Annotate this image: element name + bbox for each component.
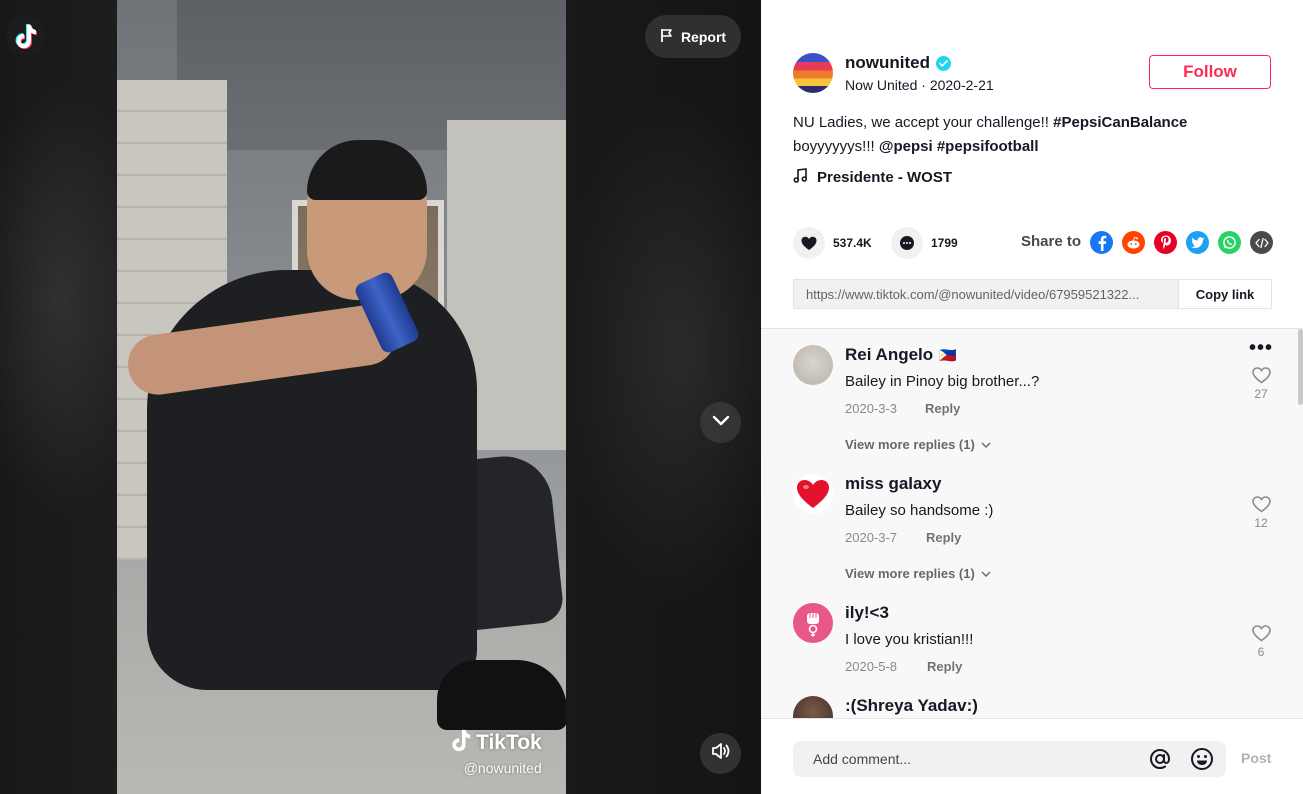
tiktok-logo-icon[interactable] <box>6 16 46 56</box>
scrollbar[interactable] <box>1297 329 1303 718</box>
emoji-icon[interactable] <box>1190 747 1214 771</box>
avatar[interactable] <box>793 696 833 718</box>
comment-author[interactable]: miss galaxy <box>845 474 941 494</box>
view-more-replies[interactable]: View more replies (1) <box>845 566 991 581</box>
view-more-replies[interactable]: View more replies (1) <box>845 437 991 452</box>
comment-author-name[interactable]: :(Shreya Yadav:) <box>845 696 978 716</box>
video-player-area[interactable]: Report TikTok @nowunited <box>0 0 761 794</box>
watermark-handle: @nowunited <box>463 760 542 776</box>
hashtag-link[interactable]: #PepsiCanBalance <box>1053 114 1187 131</box>
at-mention-icon[interactable] <box>1148 747 1172 771</box>
comment-author-name[interactable]: miss galaxy <box>845 474 941 494</box>
comment-stat[interactable]: 1799 <box>891 227 958 259</box>
twitter-icon[interactable] <box>1186 231 1209 254</box>
video-frame[interactable] <box>117 0 566 794</box>
comment-like[interactable]: 6 <box>1249 625 1273 659</box>
comment-date: 2020-3-7 <box>845 530 898 545</box>
reply-button[interactable]: Reply <box>926 530 961 545</box>
tiktok-watermark: TikTok @nowunited <box>450 728 542 776</box>
scene-shoe <box>437 660 566 730</box>
music-title[interactable]: Presidente - WOST <box>817 169 952 186</box>
chevron-down-icon <box>981 442 991 448</box>
view-more-replies-label[interactable]: View more replies (1) <box>845 437 975 452</box>
post-button[interactable]: Post <box>1241 750 1271 766</box>
view-more-replies-label[interactable]: View more replies (1) <box>845 566 975 581</box>
comment-composer: Post <box>761 718 1303 794</box>
author-username[interactable]: nowunited <box>845 53 930 73</box>
chevron-down-icon <box>981 571 991 577</box>
raised-fist-avatar-icon <box>807 613 819 637</box>
reply-button[interactable]: Reply <box>927 659 962 674</box>
flag-icon <box>660 28 674 46</box>
author-username-row[interactable]: nowunited <box>845 53 951 73</box>
like-stat[interactable]: 537.4K <box>793 227 872 259</box>
reddit-icon[interactable] <box>1122 231 1145 254</box>
scrollbar-thumb[interactable] <box>1298 329 1303 405</box>
heart-icon[interactable] <box>793 227 825 259</box>
caption-text: NU Ladies, we accept your challenge!! <box>793 114 1054 131</box>
video-info-panel: nowunited Now United · 2020-2-21 Follow … <box>761 0 1303 794</box>
whatsapp-icon[interactable] <box>1218 231 1241 254</box>
comment-like-count: 12 <box>1254 516 1268 530</box>
comment-author[interactable]: Rei Angelo 🇵🇭 <box>845 345 957 365</box>
comment-author[interactable]: ily!<3 <box>845 603 889 623</box>
watermark-brand: TikTok <box>476 731 542 754</box>
comment-author-name[interactable]: ily!<3 <box>845 603 889 623</box>
comment-date: 2020-5-8 <box>845 659 898 674</box>
comment-like-count: 6 <box>1257 645 1265 659</box>
hashtag-link[interactable]: #pepsifootball <box>937 138 1039 155</box>
report-label: Report <box>680 28 727 45</box>
tiktok-note-icon <box>450 728 472 758</box>
avatar[interactable] <box>793 603 833 643</box>
comment-like[interactable]: 27 <box>1249 367 1273 401</box>
chevron-down-icon <box>712 414 730 432</box>
heart-outline-icon[interactable] <box>1251 625 1271 642</box>
separator: · <box>917 77 930 93</box>
comment-text: I love you kristian!!! <box>845 631 974 648</box>
comment-author[interactable]: :(Shreya Yadav:) <box>845 696 978 716</box>
embed-icon[interactable] <box>1250 231 1273 254</box>
comment-text: Bailey so handsome :) <box>845 502 994 519</box>
comment-input-box[interactable] <box>793 741 1226 777</box>
comment-text: Bailey in Pinoy big brother...? <box>845 373 1040 390</box>
avatar[interactable] <box>793 345 833 385</box>
author-subtitle: Now United · 2020-2-21 <box>845 77 994 93</box>
facebook-icon[interactable] <box>1090 231 1113 254</box>
more-options-icon[interactable]: ••• <box>1249 337 1273 360</box>
share-link-box: https://www.tiktok.com/@nowunited/video/… <box>793 279 1272 309</box>
comment-input[interactable] <box>811 750 1130 768</box>
next-video-button[interactable] <box>700 402 741 443</box>
report-button[interactable]: Report <box>645 15 741 58</box>
reply-button[interactable]: Reply <box>925 401 960 416</box>
caption-text: boyyyyyys!!! <box>793 138 879 155</box>
volume-button[interactable] <box>700 733 741 774</box>
comment-author-name[interactable]: Rei Angelo <box>845 345 933 365</box>
comment-list[interactable]: Rei Angelo 🇵🇭 Bailey in Pinoy big brothe… <box>761 329 1303 718</box>
author-display-name: Now United <box>845 77 918 93</box>
mention-link[interactable]: @pepsi <box>879 138 933 155</box>
comment-like[interactable]: 12 <box>1249 496 1273 530</box>
video-caption: NU Ladies, we accept your challenge!! #P… <box>793 111 1233 159</box>
author-avatar[interactable] <box>793 53 833 93</box>
music-note-icon <box>793 168 808 187</box>
comment-bubble-icon[interactable] <box>891 227 923 259</box>
share-link-url[interactable]: https://www.tiktok.com/@nowunited/video/… <box>794 287 1178 302</box>
like-count: 537.4K <box>833 236 872 250</box>
red-heart-avatar-icon <box>797 480 829 508</box>
post-date: 2020-2-21 <box>929 77 994 93</box>
volume-icon <box>711 742 731 765</box>
copy-link-button[interactable]: Copy link <box>1178 280 1271 308</box>
comment-count: 1799 <box>931 236 958 250</box>
share-label: Share to <box>1021 233 1082 250</box>
philippines-flag-icon: 🇵🇭 <box>939 346 957 363</box>
music-link[interactable]: Presidente - WOST <box>793 168 952 187</box>
heart-outline-icon[interactable] <box>1251 367 1271 384</box>
heart-outline-icon[interactable] <box>1251 496 1271 513</box>
follow-button[interactable]: Follow <box>1149 55 1271 89</box>
comment-like-count: 27 <box>1254 387 1268 401</box>
pinterest-icon[interactable] <box>1154 231 1177 254</box>
comment-date: 2020-3-3 <box>845 401 898 416</box>
verified-badge-icon <box>935 55 951 71</box>
avatar[interactable] <box>793 474 833 514</box>
